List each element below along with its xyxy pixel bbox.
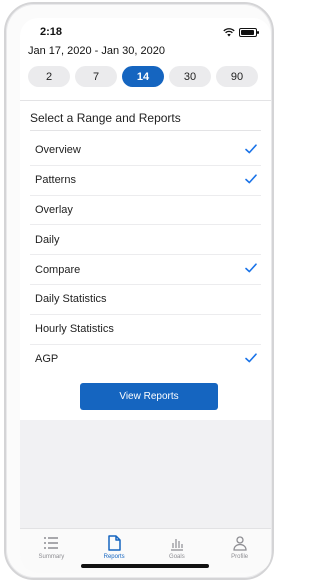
tab-label: Summary: [38, 554, 65, 560]
report-label: Hourly Statistics: [35, 323, 114, 336]
bar-chart-icon: [170, 539, 183, 551]
document-icon: [108, 535, 121, 551]
report-row-hourly-statistics[interactable]: Hourly Statistics: [30, 315, 261, 345]
day-option-90[interactable]: 90: [216, 66, 258, 87]
checkmark-icon: [245, 352, 257, 362]
report-row-agp[interactable]: AGP: [30, 345, 261, 375]
day-option-14[interactable]: 14: [122, 66, 164, 87]
wifi-icon: [223, 28, 235, 37]
report-label: Overlay: [35, 203, 73, 216]
phone-frame: 2:18 Jan 17, 2020 - Jan 30, 2020 2 7 14 30 9…: [4, 2, 274, 580]
tab-summary[interactable]: Summary: [20, 529, 83, 573]
report-label: Patterns: [35, 174, 76, 187]
checkmark-icon: [245, 263, 257, 273]
section-title: Select a Range and Reports: [30, 111, 181, 125]
divider: [20, 100, 271, 101]
status-time: 2:18: [40, 26, 63, 38]
report-label: Compare: [35, 263, 81, 276]
day-option-2[interactable]: 2: [28, 66, 70, 87]
report-row-compare[interactable]: Compare: [30, 255, 261, 285]
person-icon: [232, 536, 247, 551]
status-bar: 2:18: [20, 18, 271, 46]
status-icons: [223, 27, 259, 37]
day-range-selector: 2 7 14 30 90: [28, 66, 258, 87]
empty-area: [20, 420, 271, 528]
report-label: Overview: [35, 144, 81, 157]
day-option-7[interactable]: 7: [75, 66, 117, 87]
report-label: Daily Statistics: [35, 293, 107, 306]
app-screen: 2:18 Jan 17, 2020 - Jan 30, 2020 2 7 14 30 9…: [20, 18, 271, 573]
view-reports-button[interactable]: View Reports: [80, 383, 218, 410]
report-label: AGP: [35, 353, 59, 366]
divider: [30, 130, 261, 131]
report-row-patterns[interactable]: Patterns: [30, 166, 261, 196]
home-indicator: [81, 564, 209, 568]
tab-label: Goals: [169, 554, 185, 560]
report-row-overview[interactable]: Overview: [30, 136, 261, 166]
report-row-daily-statistics[interactable]: Daily Statistics: [30, 285, 261, 315]
day-option-30[interactable]: 30: [169, 66, 211, 87]
tab-profile[interactable]: Profile: [208, 529, 271, 573]
checkmark-icon: [245, 144, 257, 154]
report-label: Daily: [35, 233, 60, 246]
battery-icon: [239, 27, 259, 37]
report-list: Overview Patterns Overlay Daily Compare Daily…: [30, 136, 261, 374]
checkmark-icon: [245, 174, 257, 184]
report-row-overlay[interactable]: Overlay: [30, 196, 261, 226]
date-range-label: Jan 17, 2020 - Jan 30, 2020: [28, 45, 165, 57]
tab-label: Reports: [103, 554, 125, 560]
tab-label: Profile: [231, 554, 249, 560]
list-icon: [44, 537, 59, 549]
report-row-daily[interactable]: Daily: [30, 225, 261, 256]
